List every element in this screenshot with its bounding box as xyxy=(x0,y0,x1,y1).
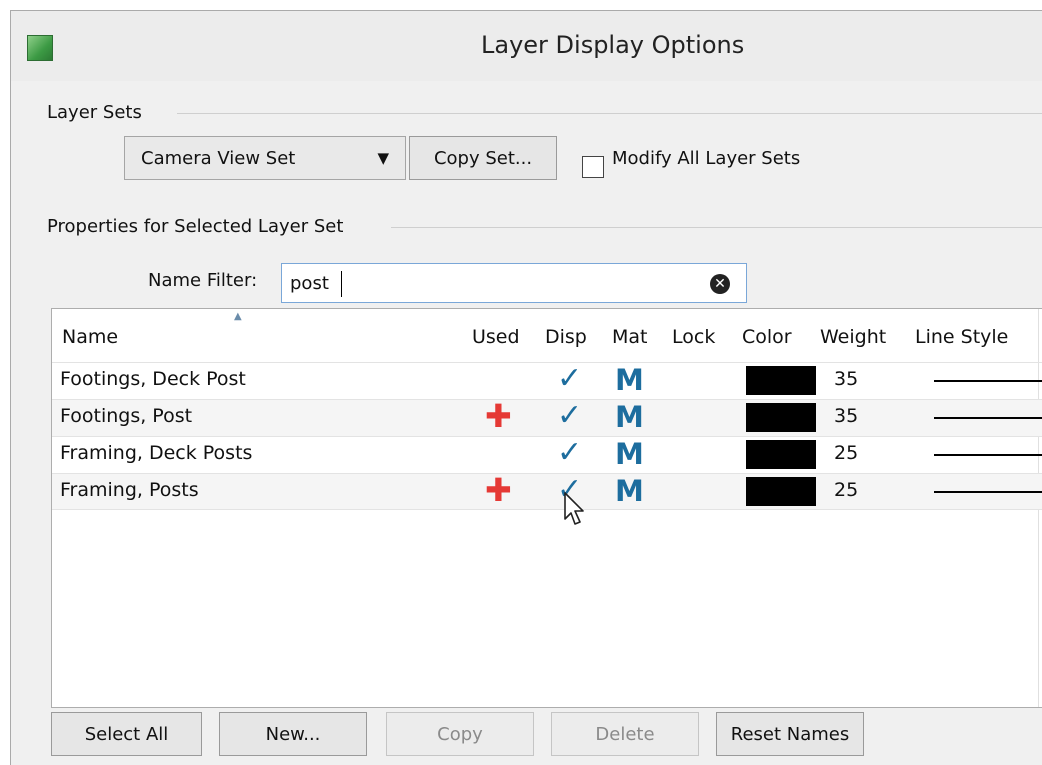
color-swatch[interactable] xyxy=(746,440,816,469)
clear-filter-icon[interactable]: ✕ xyxy=(710,274,730,294)
display-check-icon[interactable]: ✓ xyxy=(557,361,582,396)
line-weight[interactable]: 35 xyxy=(834,405,858,427)
name-filter-input[interactable]: post ✕ xyxy=(281,263,747,303)
table-row[interactable]: Framing, Posts ✚ ✓ M 25 xyxy=(52,471,1042,510)
layer-display-options-window: Layer Display Options Layer Sets Camera … xyxy=(10,10,1042,765)
app-icon xyxy=(27,35,53,61)
layer-set-dropdown[interactable]: Camera View Set ▼ xyxy=(124,136,406,180)
select-all-button[interactable]: Select All xyxy=(51,712,202,756)
name-filter-value: post xyxy=(290,273,329,294)
color-swatch[interactable] xyxy=(746,366,816,395)
copy-set-button[interactable]: Copy Set... xyxy=(409,136,557,180)
group-divider xyxy=(177,113,1042,114)
color-swatch[interactable] xyxy=(746,403,816,432)
title-bar[interactable]: Layer Display Options xyxy=(11,11,1042,81)
line-weight[interactable]: 35 xyxy=(834,368,858,390)
layers-table[interactable]: ▲ Name Used Disp Mat Lock Color Weight L… xyxy=(51,308,1042,708)
layer-name: Footings, Deck Post xyxy=(60,368,246,390)
line-weight[interactable]: 25 xyxy=(834,442,858,464)
layer-name: Footings, Post xyxy=(60,405,193,427)
column-header-mat[interactable]: Mat xyxy=(612,326,648,348)
used-plus-icon[interactable]: ✚ xyxy=(485,471,512,509)
column-header-line-style[interactable]: Line Style xyxy=(915,326,1008,348)
material-icon[interactable]: M xyxy=(615,400,644,434)
column-header-used[interactable]: Used xyxy=(472,326,520,348)
column-header-lock[interactable]: Lock xyxy=(672,326,715,348)
text-caret xyxy=(341,271,342,297)
column-header-name[interactable]: Name xyxy=(62,326,118,348)
modify-all-label: Modify All Layer Sets xyxy=(612,148,801,169)
copy-button[interactable]: Copy xyxy=(386,712,534,756)
table-row[interactable]: Framing, Deck Posts ✓ M 25 xyxy=(52,435,1042,473)
display-check-icon[interactable]: ✓ xyxy=(557,398,582,433)
layer-name: Framing, Deck Posts xyxy=(60,442,253,464)
name-filter-label: Name Filter: xyxy=(148,270,258,291)
group-divider xyxy=(391,227,1042,228)
material-icon[interactable]: M xyxy=(615,437,644,471)
material-icon[interactable]: M xyxy=(615,474,644,508)
modify-all-checkbox[interactable] xyxy=(582,156,604,178)
table-row[interactable]: Footings, Deck Post ✓ M 35 xyxy=(52,361,1042,399)
column-header-disp[interactable]: Disp xyxy=(545,326,587,348)
column-header-weight[interactable]: Weight xyxy=(820,326,886,348)
material-icon[interactable]: M xyxy=(615,363,644,397)
line-style-sample[interactable] xyxy=(934,454,1042,456)
line-weight[interactable]: 25 xyxy=(834,479,858,501)
display-check-icon[interactable]: ✓ xyxy=(557,435,582,470)
mouse-pointer-icon xyxy=(564,492,584,525)
window-title: Layer Display Options xyxy=(481,31,745,59)
properties-label: Properties for Selected Layer Set xyxy=(47,216,344,237)
reset-names-button[interactable]: Reset Names xyxy=(716,712,864,756)
line-style-sample[interactable] xyxy=(934,380,1042,382)
table-row[interactable]: Footings, Post ✚ ✓ M 35 xyxy=(52,397,1042,436)
line-style-sample[interactable] xyxy=(934,491,1042,493)
used-plus-icon[interactable]: ✚ xyxy=(485,397,512,435)
delete-button[interactable]: Delete xyxy=(551,712,699,756)
sort-ascending-icon[interactable]: ▲ xyxy=(234,311,242,322)
new-button[interactable]: New... xyxy=(219,712,367,756)
layer-set-selected: Camera View Set xyxy=(141,148,296,169)
layer-sets-label: Layer Sets xyxy=(47,102,142,123)
column-header-color[interactable]: Color xyxy=(742,326,792,348)
color-swatch[interactable] xyxy=(746,477,816,506)
line-style-sample[interactable] xyxy=(934,417,1042,419)
layer-name: Framing, Posts xyxy=(60,479,199,501)
dropdown-arrow-icon: ▼ xyxy=(377,149,389,167)
